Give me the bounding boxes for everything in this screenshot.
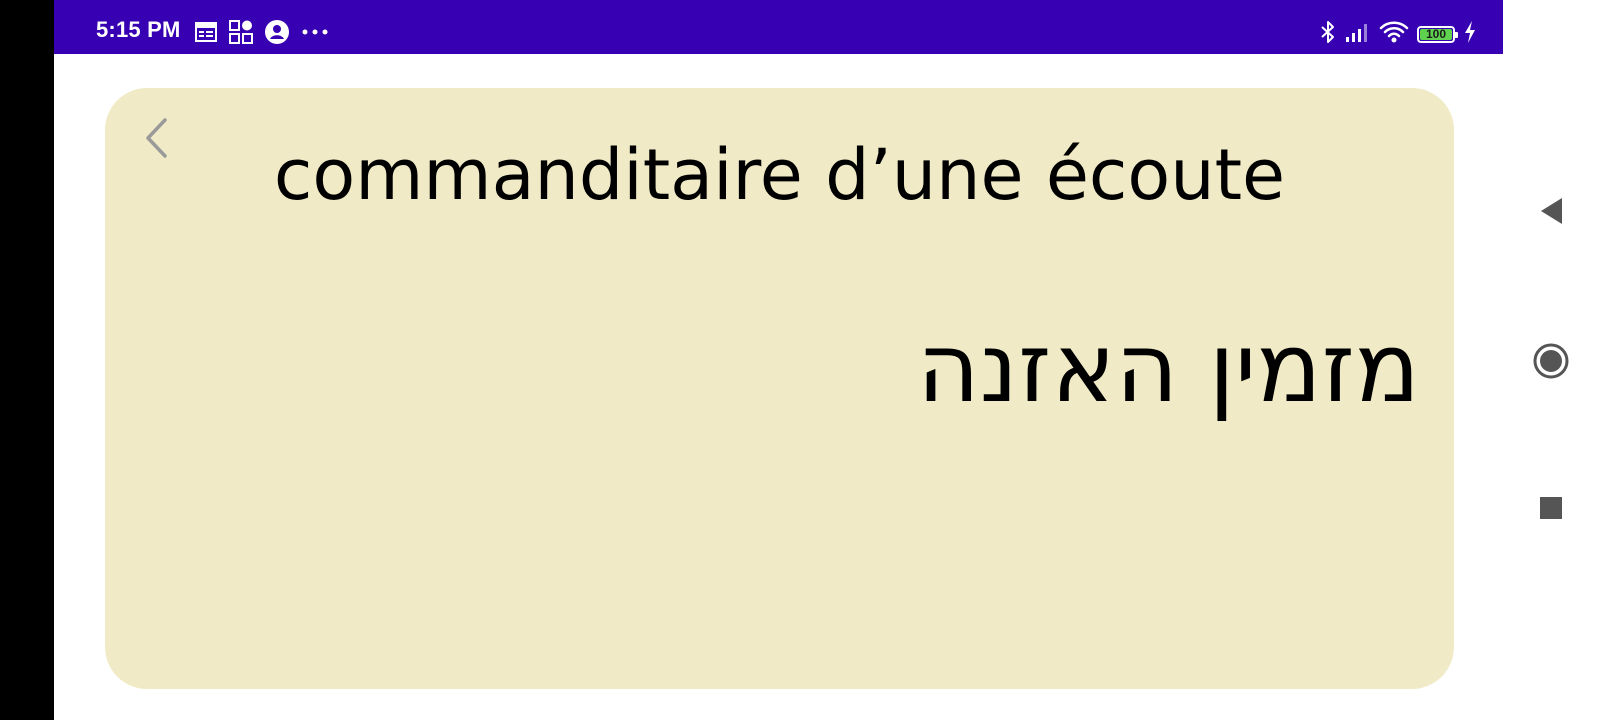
flashcard[interactable]: commanditaire d’une écoute מזמין האזנה — [105, 88, 1454, 689]
apps-grid-icon — [228, 19, 254, 49]
left-edge-bar — [0, 0, 54, 720]
home-circle-icon[interactable] — [1525, 335, 1577, 387]
navigation-bar — [1503, 0, 1600, 720]
recents-square-icon[interactable] — [1525, 482, 1577, 534]
signal-icon — [1345, 21, 1371, 47]
battery-level: 100 — [1425, 27, 1447, 41]
back-triangle-icon[interactable] — [1525, 185, 1577, 237]
more-dots-icon — [300, 19, 330, 49]
battery-icon: 100 — [1417, 25, 1458, 43]
account-circle-icon — [264, 19, 290, 49]
bluetooth-icon — [1319, 20, 1337, 48]
translation-text: מזמין האזנה — [916, 312, 1420, 424]
status-time: 5:15 PM — [96, 17, 181, 42]
status-bar: 5:15 PM 100 — [54, 0, 1503, 54]
status-left-icons — [194, 19, 330, 49]
charging-icon — [1463, 20, 1477, 48]
term-text: commanditaire d’une écoute — [273, 134, 1286, 216]
wifi-icon — [1379, 20, 1409, 48]
status-right-icons: 100 — [1319, 21, 1477, 47]
calendar-icon — [194, 20, 218, 48]
